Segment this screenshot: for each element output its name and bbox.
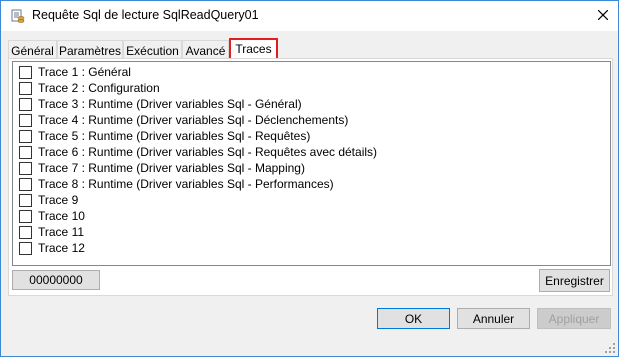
- traces-panel: Trace 1 : Général Trace 2 : Configuratio…: [8, 58, 613, 296]
- trace-checkbox[interactable]: [19, 177, 32, 191]
- trace-item-1[interactable]: Trace 1 : Général: [19, 64, 131, 80]
- trace-item-6[interactable]: Trace 6 : Runtime (Driver variables Sql …: [19, 144, 377, 160]
- trace-item-12[interactable]: Trace 12: [19, 240, 85, 256]
- resize-grip-icon[interactable]: [604, 342, 616, 354]
- dialog-window: Requête Sql de lecture SqlReadQuery01 Gé…: [0, 0, 619, 357]
- trace-item-9[interactable]: Trace 9: [19, 192, 78, 208]
- trace-item-11[interactable]: Trace 11: [19, 224, 84, 240]
- trace-checkbox[interactable]: [19, 129, 32, 143]
- trace-label: Trace 8 : Runtime (Driver variables Sql …: [38, 177, 334, 191]
- tab-traces[interactable]: Traces: [229, 38, 278, 60]
- trace-checkbox[interactable]: [19, 225, 32, 239]
- trace-checkbox[interactable]: [19, 145, 32, 159]
- trace-label: Trace 1 : Général: [38, 65, 131, 79]
- trace-checkbox[interactable]: [19, 193, 32, 207]
- trace-item-3[interactable]: Trace 3 : Runtime (Driver variables Sql …: [19, 96, 302, 112]
- trace-item-8[interactable]: Trace 8 : Runtime (Driver variables Sql …: [19, 176, 334, 192]
- save-button[interactable]: Enregistrer: [539, 269, 610, 292]
- trace-checkbox[interactable]: [19, 113, 32, 127]
- apply-button[interactable]: Appliquer: [537, 308, 611, 329]
- cancel-button[interactable]: Annuler: [457, 308, 530, 329]
- trace-label: Trace 5 : Runtime (Driver variables Sql …: [38, 129, 311, 143]
- trace-checkbox[interactable]: [19, 209, 32, 223]
- trace-label: Trace 11: [38, 225, 85, 239]
- close-icon: [597, 9, 609, 23]
- trace-label: Trace 6 : Runtime (Driver variables Sql …: [38, 145, 378, 159]
- trace-mask-value[interactable]: 00000000: [12, 270, 100, 290]
- trace-item-10[interactable]: Trace 10: [19, 208, 85, 224]
- trace-checkbox[interactable]: [19, 241, 32, 255]
- trace-item-7[interactable]: Trace 7 : Runtime (Driver variables Sql …: [19, 160, 305, 176]
- close-button[interactable]: [588, 1, 618, 31]
- trace-checkbox[interactable]: [19, 65, 32, 79]
- trace-label: Trace 7 : Runtime (Driver variables Sql …: [38, 161, 305, 175]
- window-title: Requête Sql de lecture SqlReadQuery01: [32, 8, 259, 22]
- tab-avance[interactable]: Avancé: [182, 40, 229, 60]
- ok-button[interactable]: OK: [377, 308, 450, 329]
- trace-checkbox[interactable]: [19, 161, 32, 175]
- trace-label: Trace 9: [38, 193, 79, 207]
- trace-label: Trace 4 : Runtime (Driver variables Sql …: [38, 113, 349, 127]
- trace-label: Trace 2 : Configuration: [38, 81, 160, 95]
- query-app-icon: [11, 9, 25, 23]
- trace-checklist: Trace 1 : Général Trace 2 : Configuratio…: [12, 61, 611, 266]
- tab-parametres[interactable]: Paramètres: [57, 40, 123, 60]
- trace-item-2[interactable]: Trace 2 : Configuration: [19, 80, 160, 96]
- tab-execution[interactable]: Exécution: [123, 40, 182, 60]
- tab-general[interactable]: Général: [8, 40, 57, 60]
- tab-bar: Général Paramètres Exécution Avancé Trac…: [8, 38, 612, 60]
- trace-checkbox[interactable]: [19, 81, 32, 95]
- trace-label: Trace 12: [38, 241, 85, 255]
- trace-label: Trace 10: [38, 209, 85, 223]
- trace-item-4[interactable]: Trace 4 : Runtime (Driver variables Sql …: [19, 112, 348, 128]
- title-bar[interactable]: Requête Sql de lecture SqlReadQuery01: [1, 1, 618, 31]
- trace-checkbox[interactable]: [19, 97, 32, 111]
- trace-label: Trace 3 : Runtime (Driver variables Sql …: [38, 97, 302, 111]
- trace-item-5[interactable]: Trace 5 : Runtime (Driver variables Sql …: [19, 128, 310, 144]
